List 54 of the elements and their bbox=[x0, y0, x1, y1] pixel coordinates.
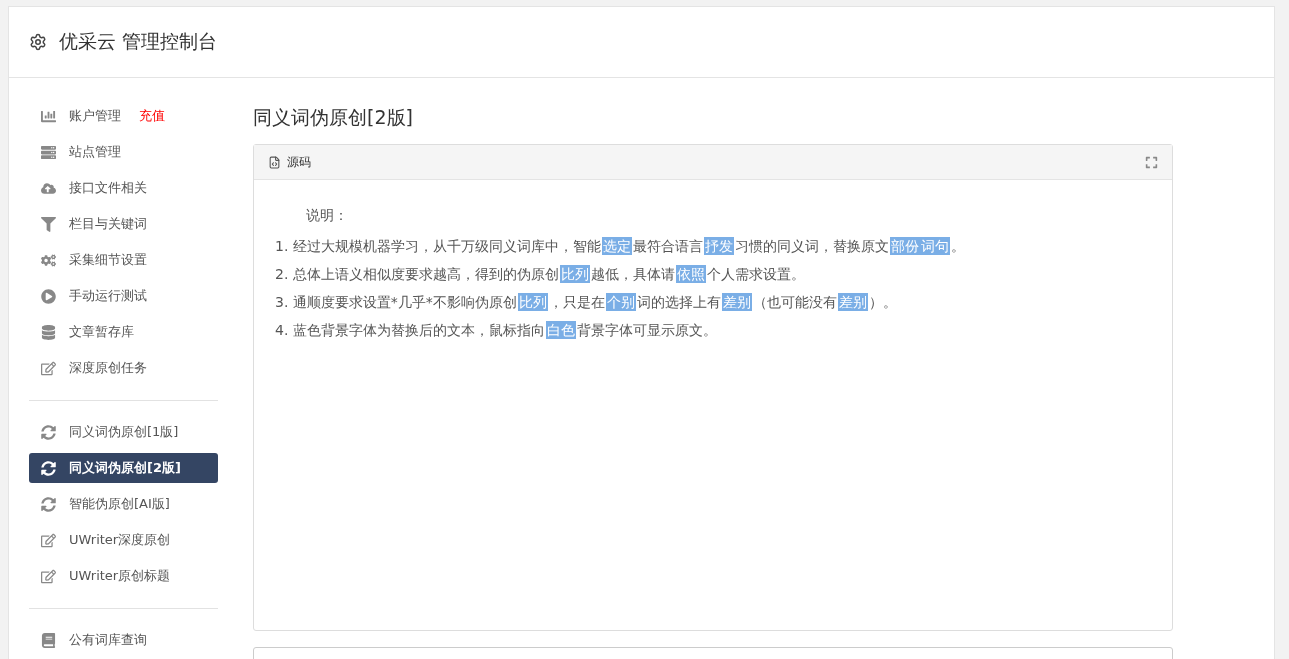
sidebar-label: 同义词伪原创[1版] bbox=[69, 423, 179, 441]
filter-icon bbox=[40, 216, 57, 232]
sidebar-item[interactable]: 公有词库查询 bbox=[29, 625, 218, 655]
page-title: 同义词伪原创[2版] bbox=[253, 105, 414, 130]
refresh-icon bbox=[40, 496, 57, 512]
sidebar-label: UWriter深度原创 bbox=[69, 531, 171, 549]
source-tab[interactable]: 源码 bbox=[287, 153, 311, 171]
book-icon bbox=[40, 632, 57, 648]
sidebar-label: UWriter原创标题 bbox=[69, 567, 171, 585]
sidebar-label: 智能伪原创[AI版] bbox=[69, 495, 170, 513]
edit-icon bbox=[40, 532, 57, 548]
cloud-upload-icon bbox=[40, 180, 57, 196]
sidebar-item[interactable]: 深度原创任务 bbox=[29, 353, 218, 383]
server-icon bbox=[40, 144, 57, 160]
play-icon bbox=[40, 288, 57, 304]
sidebar-label: 站点管理 bbox=[69, 143, 121, 161]
sidebar-label: 公有词库查询 bbox=[69, 631, 147, 649]
sidebar-label: 账户管理 bbox=[69, 107, 121, 125]
code-file-icon bbox=[268, 155, 281, 169]
note-line: 2. 总体上语义相似度要求越高，得到的伪原创 比列 越低，具体请依照 个人需求设置。 bbox=[274, 264, 806, 285]
sidebar-item[interactable]: 接口文件相关 bbox=[29, 173, 218, 203]
gears-icon bbox=[40, 252, 57, 268]
bar-chart-icon bbox=[40, 108, 57, 124]
sidebar-item[interactable]: 同义词伪原创[2版] bbox=[29, 453, 218, 483]
refresh-icon bbox=[40, 460, 57, 476]
sidebar-item[interactable]: 采集细节设置 bbox=[29, 245, 218, 275]
sidebar-item[interactable]: 智能伪原创[AI版] bbox=[29, 489, 218, 519]
sidebar-label: 深度原创任务 bbox=[69, 359, 147, 377]
edit-icon bbox=[40, 568, 57, 584]
recharge-link[interactable]: 充值 bbox=[139, 107, 165, 125]
sidebar-item[interactable]: 账户管理 充值 bbox=[29, 101, 218, 131]
sidebar-item[interactable]: 站点管理 bbox=[29, 137, 218, 167]
note-line: 4. 蓝色背景字体为替换后的文本，鼠标指向 白色背景字体可显示原文。 bbox=[274, 320, 718, 341]
sidebar-item[interactable]: UWriter原创标题 bbox=[29, 561, 218, 591]
refresh-icon bbox=[40, 424, 57, 440]
note-line: 3. 通顺度要求设置*几乎*不影响伪原创 比列，只是在个别 词的选择上有差别（也可能没有差别）。 bbox=[274, 292, 898, 313]
sidebar-label: 手动运行测试 bbox=[69, 287, 147, 305]
sidebar-item[interactable]: 文章暂存库 bbox=[29, 317, 218, 347]
sidebar-item[interactable]: 栏目与关键词 bbox=[29, 209, 218, 239]
sidebar-item[interactable]: 同义词伪原创[1版] bbox=[29, 417, 218, 447]
sidebar-item[interactable]: UWriter深度原创 bbox=[29, 525, 218, 555]
edit-icon bbox=[40, 360, 57, 376]
app-title: 优采云 管理控制台 bbox=[59, 29, 218, 54]
fullscreen-icon[interactable] bbox=[1145, 155, 1158, 169]
sidebar-label: 文章暂存库 bbox=[69, 323, 134, 341]
sidebar-item[interactable]: 手动运行测试 bbox=[29, 281, 218, 311]
sidebar-label: 采集细节设置 bbox=[69, 251, 147, 269]
sidebar-label: 同义词伪原创[2版] bbox=[69, 459, 181, 477]
sidebar-label: 接口文件相关 bbox=[69, 179, 147, 197]
sidebar-label: 栏目与关键词 bbox=[69, 215, 147, 233]
notes-heading: 说明： bbox=[305, 206, 349, 225]
note-line: 1. 经过大规模机器学习，从千万级同义词库中，智能选定 最符合语言抒发 习惯的同义词，替换原文 部份词句。 bbox=[274, 236, 966, 257]
settings-icon bbox=[29, 33, 47, 51]
database-icon bbox=[40, 324, 57, 340]
